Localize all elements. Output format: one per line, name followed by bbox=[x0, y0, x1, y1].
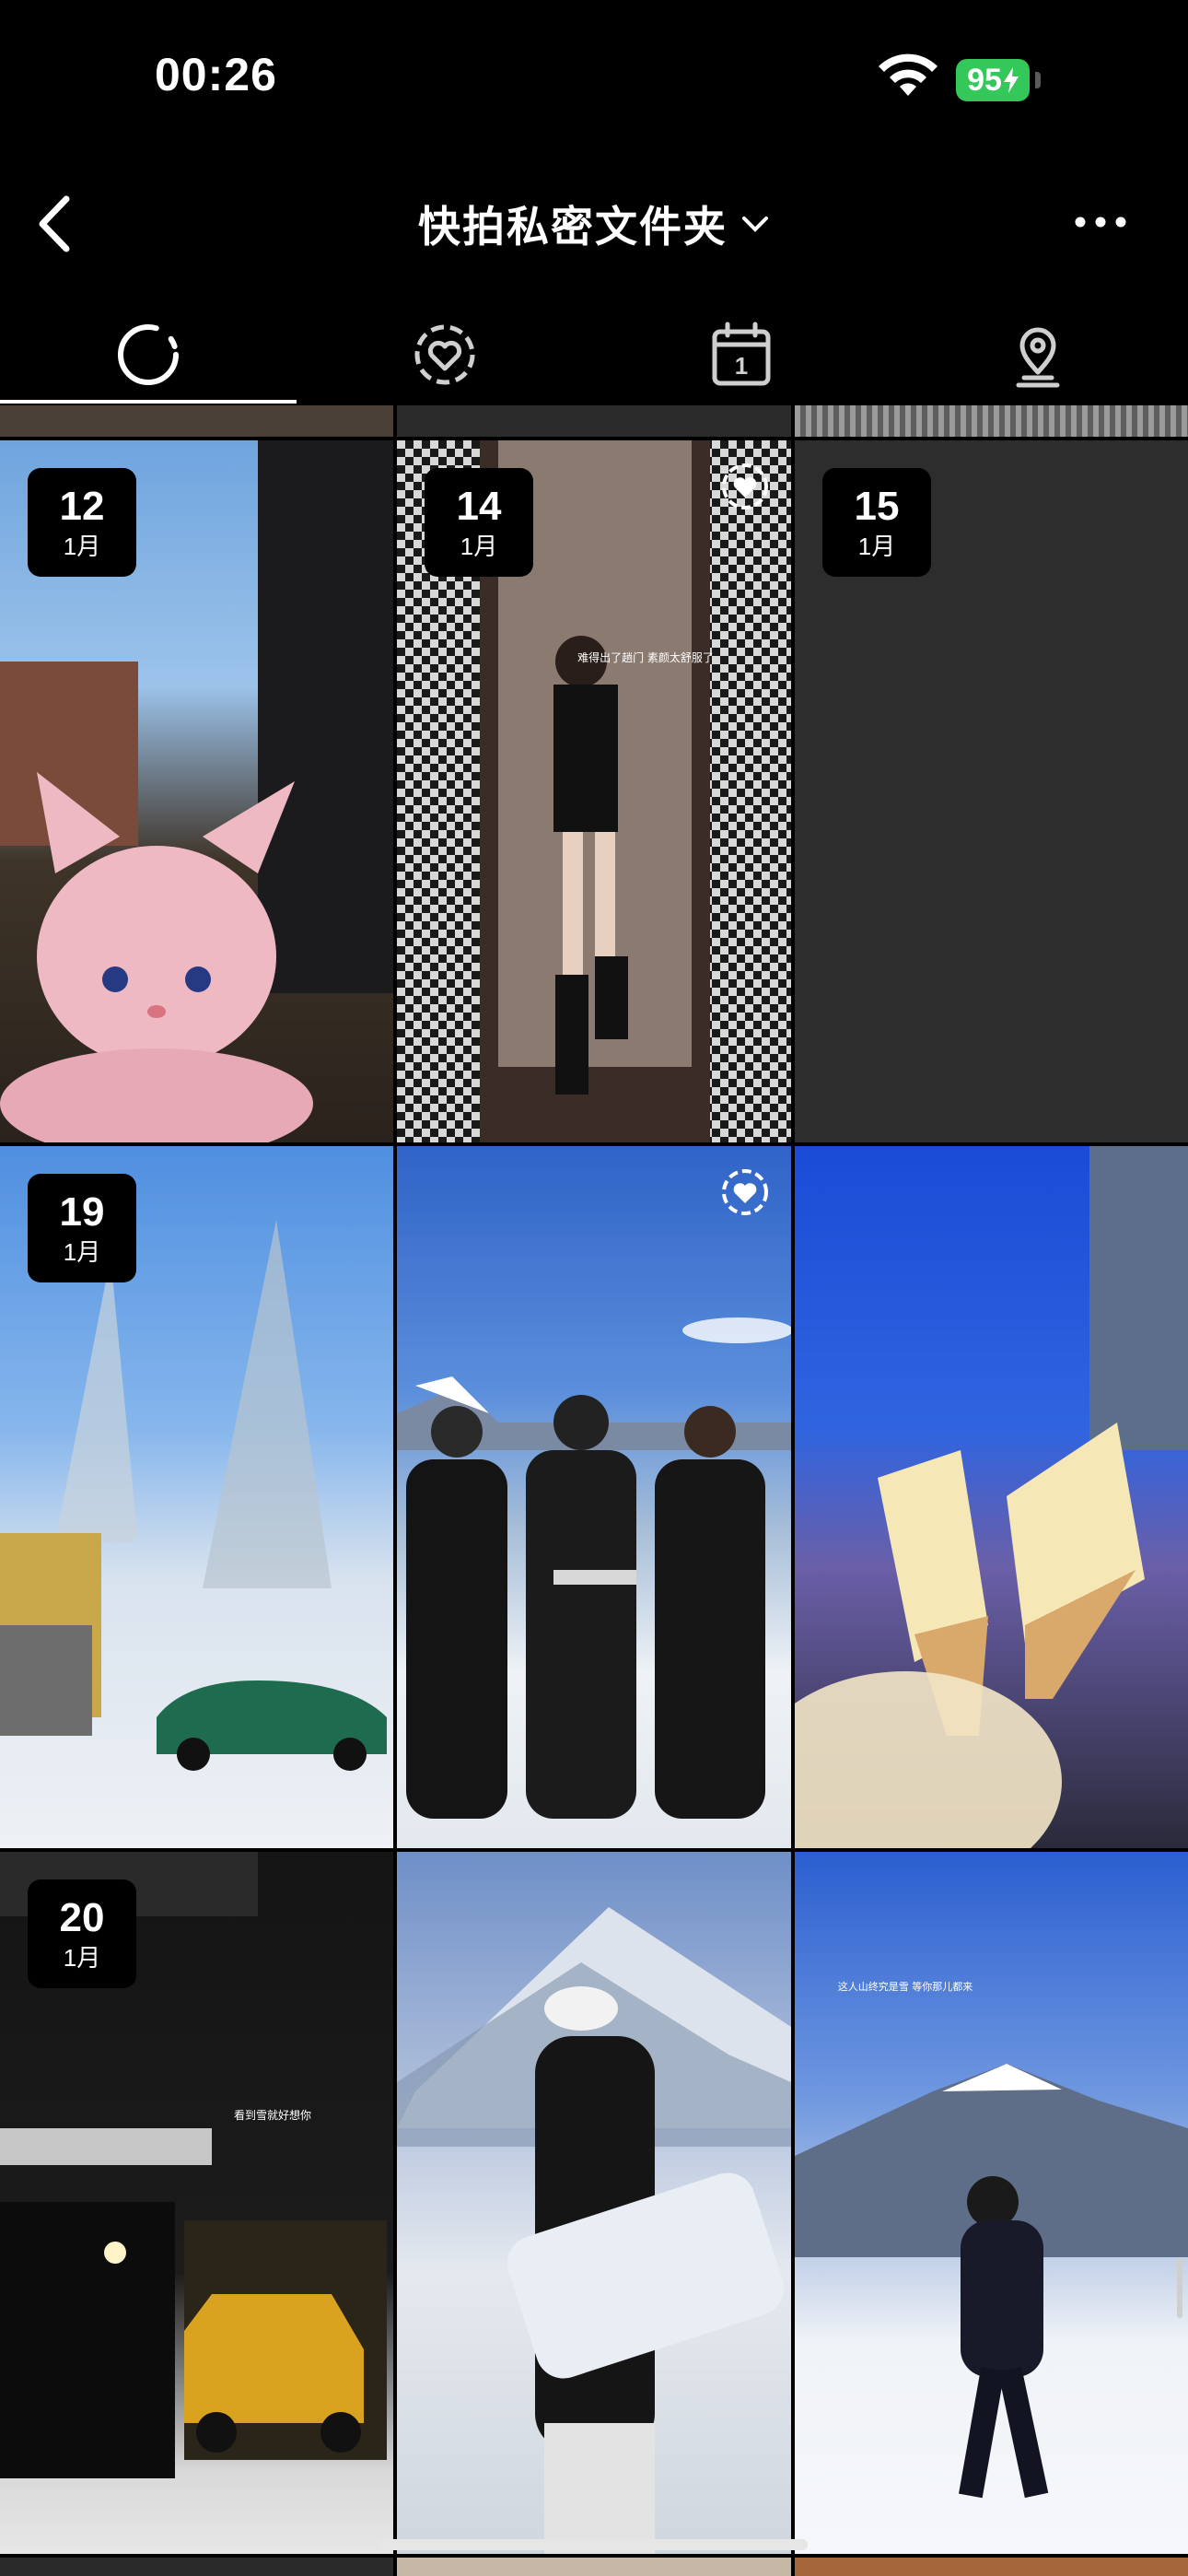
date-badge: 20 1月 bbox=[28, 1879, 136, 1988]
date-month: 1月 bbox=[63, 1944, 101, 1972]
date-month: 1月 bbox=[63, 533, 101, 560]
tab-favorites[interactable] bbox=[297, 304, 593, 405]
photo-tile[interactable]: 难得出了趟门 素颜太舒服了 14 1月 bbox=[397, 440, 791, 1142]
home-indicator[interactable] bbox=[379, 2539, 808, 2550]
date-day: 12 bbox=[59, 484, 105, 529]
battery-level: 95 bbox=[967, 62, 1002, 98]
skiers-group-image bbox=[397, 1317, 791, 1819]
skier-slope-image: 这人山终究是雪 等你那儿都来 bbox=[795, 1980, 1188, 2499]
calendar-icon: 1 bbox=[712, 322, 771, 386]
archive-tabs: 1 bbox=[0, 304, 1188, 405]
date-badge: 14 1月 bbox=[425, 468, 533, 577]
date-month: 1月 bbox=[63, 1238, 101, 1266]
location-pin-icon bbox=[1016, 327, 1060, 388]
overlay-caption: 看到雪就好想你 bbox=[234, 2108, 311, 2122]
calendar-day-label: 1 bbox=[735, 352, 748, 380]
favorite-heart-icon bbox=[722, 463, 768, 509]
folder-title-dropdown[interactable]: 快拍私密文件夹 bbox=[0, 193, 1188, 254]
photo-tile-partial[interactable] bbox=[795, 405, 1188, 437]
status-time: 00:26 bbox=[155, 49, 277, 100]
battery-indicator: 95 bbox=[956, 59, 1030, 101]
photo-tile[interactable]: 看到雪就好想你 20 1月 bbox=[0, 1852, 393, 2554]
more-options-icon[interactable] bbox=[1073, 210, 1128, 234]
tab-all-stories[interactable] bbox=[0, 304, 297, 405]
date-badge: 12 1月 bbox=[28, 468, 136, 577]
tab-calendar[interactable]: 1 bbox=[593, 304, 890, 405]
photo-tile-partial[interactable] bbox=[397, 405, 791, 437]
date-day: 14 bbox=[456, 484, 502, 529]
date-month: 1月 bbox=[460, 533, 498, 560]
photo-tile-partial[interactable] bbox=[0, 405, 393, 437]
photo-tile[interactable] bbox=[795, 1146, 1188, 1848]
photo-tile-partial[interactable] bbox=[397, 2558, 791, 2576]
date-day: 19 bbox=[59, 1189, 105, 1235]
all-stories-icon bbox=[118, 324, 179, 385]
charging-bolt-icon bbox=[1003, 67, 1019, 93]
overlay-caption: 这人山终究是雪 等你那儿都来 bbox=[838, 1980, 973, 1993]
photo-tile[interactable]: 这人山终究是雪 等你那儿都来 bbox=[795, 1852, 1188, 2554]
photo-tile-partial[interactable] bbox=[0, 2558, 393, 2576]
status-bar: 00:26 95 bbox=[0, 0, 1188, 157]
vertical-scrollbar[interactable] bbox=[1177, 2257, 1182, 2318]
overlay-caption: 难得出了趟门 素颜太舒服了 bbox=[577, 650, 714, 664]
snowboarder-image bbox=[397, 1907, 791, 2554]
date-month: 1月 bbox=[857, 533, 896, 560]
date-day: 15 bbox=[854, 484, 900, 529]
ice-cream-image bbox=[795, 1146, 1188, 1848]
photo-tile[interactable] bbox=[397, 1852, 791, 2554]
favorites-heart-icon bbox=[414, 324, 475, 385]
favorite-heart-icon bbox=[722, 1169, 768, 1215]
photo-tile-partial[interactable] bbox=[795, 2558, 1188, 2576]
photo-tile[interactable]: 12 1月 bbox=[0, 440, 393, 1142]
tab-location[interactable] bbox=[890, 304, 1186, 405]
date-badge: 19 1月 bbox=[28, 1174, 136, 1282]
date-day: 20 bbox=[59, 1895, 105, 1940]
photo-tile-empty[interactable]: 15 1月 bbox=[795, 440, 1188, 1142]
date-badge: 15 1月 bbox=[822, 468, 931, 577]
active-tab-indicator bbox=[0, 400, 297, 404]
story-archive-grid: 12 1月 难得出了趟门 素颜太舒服了 14 1月 15 1月 19 1月 看到… bbox=[0, 405, 1188, 2576]
wifi-icon bbox=[879, 53, 938, 96]
page-title: 快拍私密文件夹 bbox=[418, 203, 728, 251]
photo-tile[interactable] bbox=[397, 1146, 791, 1848]
photo-tile[interactable]: 19 1月 bbox=[0, 1146, 393, 1848]
battery-cap bbox=[1035, 72, 1041, 88]
chevron-down-icon bbox=[742, 217, 768, 232]
